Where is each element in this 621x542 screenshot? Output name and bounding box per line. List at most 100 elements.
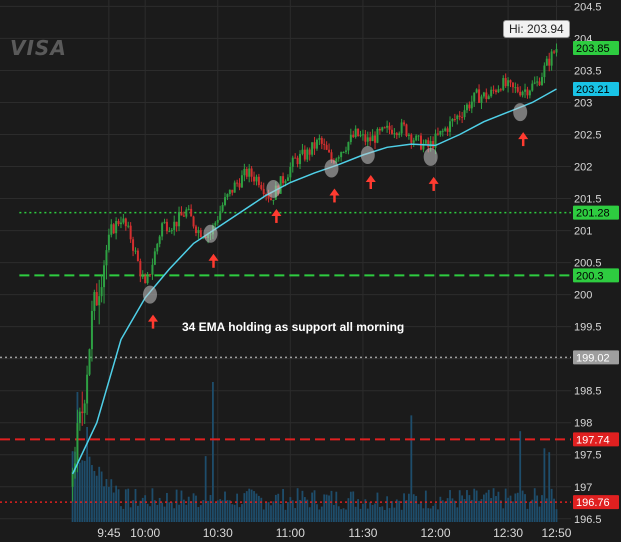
candle-body [507,80,510,87]
candle-body [226,194,229,198]
candle-body [548,58,551,66]
candle-body [485,92,488,100]
candle-body [352,134,355,138]
volume-bar [212,382,214,522]
volume-bar [429,508,432,522]
volume-bar [209,495,212,522]
volume-bar [432,505,434,522]
candle-body [88,349,91,375]
volume-bar [81,460,84,522]
volume-bar [453,500,456,522]
candle-body [199,230,202,238]
candle-body [163,221,166,224]
volume-bar [161,502,164,522]
volume-bar [340,509,343,522]
volume-bar [526,508,529,522]
candle-body [245,168,248,177]
candle-body [502,78,505,90]
x-tick-label: 11:30 [348,526,377,540]
candle-body [386,125,389,128]
y-tick-label: 197 [574,482,592,494]
candle-body [76,423,79,464]
volume-bar [487,489,490,522]
volume-bar [378,506,381,522]
volume-bar [182,499,185,522]
candle-body [388,125,391,130]
candle-body [427,140,430,148]
candle-body [344,150,347,152]
volume-bar [245,491,248,522]
volume-bar [289,497,292,522]
high-label: Hi: 203.94 [503,20,570,38]
candle-body [260,185,263,189]
volume-bar [536,495,539,522]
volume-bar [541,495,543,522]
volume-bar [299,499,301,522]
price-tag-label: 196.76 [576,497,610,509]
support-touch-circle [360,145,375,164]
volume-bar [277,493,280,522]
candle-body [117,221,120,225]
volume-bar [519,431,522,522]
volume-bar [112,492,115,522]
y-tick-label: 199.5 [574,322,602,334]
candle-body [395,133,398,136]
candle-body [173,221,176,230]
candle-body [112,224,115,234]
volume-bar [347,498,350,522]
candle-body [139,261,142,277]
volume-bar [439,496,442,522]
candle-body [374,135,377,143]
candle-body [165,221,168,232]
candle-body [359,135,362,137]
candle-body [308,149,311,155]
candle-body [90,310,93,350]
volume-bar [403,493,405,522]
volume-bar [294,508,297,522]
x-tick-label: 10:30 [203,526,233,540]
candle-body [78,411,81,424]
volume-bar [374,503,376,522]
volume-bar [543,448,546,522]
candle-body [366,137,369,142]
candle-body [415,135,418,141]
candle-body [475,89,478,93]
candle-body [439,130,442,135]
candle-body [487,96,490,100]
candle-body [180,212,183,216]
volume-bar [228,500,231,522]
volume-bar [248,488,251,522]
volume-bar [366,508,369,522]
volume-bar [216,500,219,522]
support-touch-circle [143,285,158,304]
volume-bar [499,500,502,522]
volume-bar [120,506,122,522]
volume-bar [127,488,130,522]
candle-body [153,251,156,265]
candle-body [478,89,481,103]
volume-bar [272,501,275,522]
candle-body [417,135,420,137]
volume-bar [330,490,333,522]
volume-bar [550,488,553,522]
candle-body [456,115,459,120]
candle-body [545,58,548,66]
price-tag-label: 199.02 [576,352,610,364]
candle-body [521,91,524,96]
candle-body [393,133,396,135]
candle-body [323,143,326,146]
candle-body [398,133,401,136]
candle-body [490,89,493,97]
volume-bar [241,504,243,522]
candle-body [473,92,476,102]
volume-bar [524,494,526,522]
volume-bar [417,504,420,522]
volume-bar [284,509,287,522]
volume-bar [262,509,265,522]
volume-bar [238,507,241,522]
candle-body [185,209,188,217]
volume-bar [168,502,171,522]
support-touch-circle [203,224,218,243]
candle-body [419,135,422,150]
grid-lines [0,0,621,542]
